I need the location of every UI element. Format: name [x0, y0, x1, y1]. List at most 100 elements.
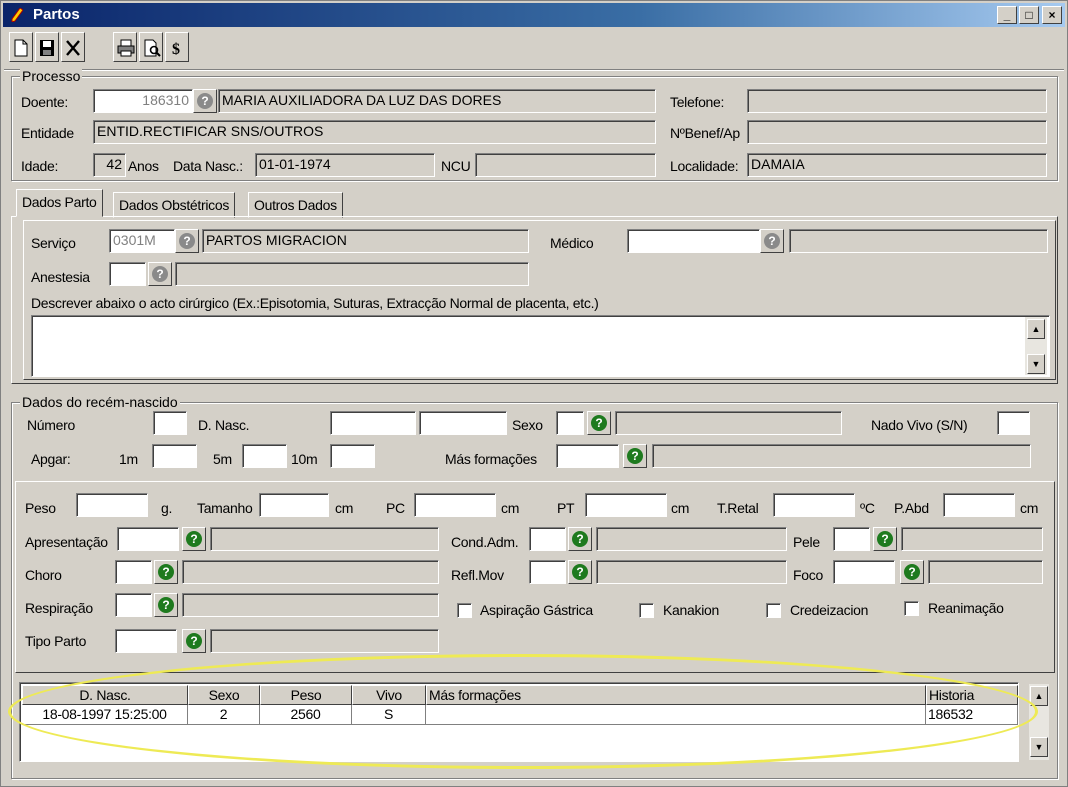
pc-field[interactable]	[414, 493, 496, 517]
pele-help-button[interactable]: ?	[873, 527, 897, 551]
partos-window: Partos _ □ × $ Processo Doente: 186310 ?…	[0, 0, 1068, 787]
tamanho-label: Tamanho	[197, 500, 253, 516]
doente-help-button[interactable]: ?	[193, 89, 217, 113]
medico-help-button[interactable]: ?	[760, 229, 784, 253]
apresentacao-field[interactable]	[117, 527, 179, 551]
maximize-button[interactable]: □	[1019, 6, 1039, 24]
minimize-button[interactable]: _	[997, 6, 1017, 24]
dnasc-date-field[interactable]	[330, 411, 416, 435]
help-question-icon: ?	[572, 531, 588, 547]
grid-header-mas-formacoes[interactable]: Más formações	[426, 685, 926, 705]
sexo-field[interactable]	[556, 411, 584, 435]
peso-field[interactable]	[76, 493, 148, 517]
aspiracao-checkbox[interactable]	[457, 603, 472, 618]
pabd-field[interactable]	[943, 493, 1015, 517]
pele-field[interactable]	[833, 527, 870, 551]
print-button[interactable]	[113, 32, 137, 62]
choro-help-button[interactable]: ?	[154, 560, 178, 584]
apgar-10m-field[interactable]	[330, 444, 375, 468]
memo-scrollbar[interactable]: ▲ ▼	[1025, 317, 1047, 375]
title-bar[interactable]: Partos _ □ ×	[3, 3, 1065, 27]
save-button[interactable]	[35, 32, 59, 62]
tab-outros-dados[interactable]: Outros Dados	[248, 192, 343, 218]
credeizacion-label: Credeizacion	[790, 602, 869, 618]
recem-nascidos-grid[interactable]: D. Nasc. Sexo Peso Vivo Más formações Hi…	[19, 682, 1019, 762]
grid-cell-sexo[interactable]: 2	[188, 705, 260, 725]
refl-mov-help-button[interactable]: ?	[568, 560, 592, 584]
medico-field[interactable]	[627, 229, 760, 253]
cond-adm-field[interactable]	[529, 527, 566, 551]
mas-formacoes-field[interactable]	[556, 444, 619, 468]
print-icon	[117, 39, 135, 57]
kanakion-checkbox[interactable]	[639, 603, 654, 618]
grid-cell-mas-formacoes[interactable]	[426, 705, 926, 725]
apresentacao-help-button[interactable]: ?	[182, 527, 206, 551]
dollar-button[interactable]: $	[165, 32, 189, 62]
kanakion-label: Kanakion	[663, 602, 719, 618]
memo-scroll-up-button[interactable]: ▲	[1027, 319, 1045, 339]
tamanho-field[interactable]	[259, 493, 329, 517]
close-icon: ×	[1048, 8, 1056, 22]
tab-dados-parto[interactable]: Dados Parto	[16, 189, 103, 217]
respiracao-help-button[interactable]: ?	[154, 593, 178, 617]
servico-help-button[interactable]: ?	[175, 229, 199, 253]
grid-cell-historia[interactable]: 186532	[926, 705, 1018, 725]
nado-vivo-field[interactable]	[997, 411, 1030, 435]
foco-help-button[interactable]: ?	[900, 560, 924, 584]
cond-adm-help-button[interactable]: ?	[568, 527, 592, 551]
acto-cirurgico-textarea[interactable]: ▲ ▼	[31, 315, 1050, 377]
numero-field[interactable]	[153, 411, 187, 435]
help-question-icon: ?	[904, 564, 920, 580]
grid-scrollbar[interactable]: ▲ ▼	[1029, 684, 1049, 760]
servico-code-field[interactable]: 0301M	[109, 229, 175, 253]
grid-cell-vivo[interactable]: S	[352, 705, 426, 725]
scroll-down-icon: ▼	[1034, 742, 1044, 752]
delete-button[interactable]	[61, 32, 85, 62]
print-preview-button[interactable]	[139, 32, 163, 62]
doente-label: Doente:	[21, 94, 68, 110]
tab-dados-obstetricos[interactable]: Dados Obstétricos	[113, 192, 236, 218]
grid-cell-peso[interactable]: 2560	[260, 705, 352, 725]
doente-id-field[interactable]: 186310	[93, 89, 193, 113]
grid-header-peso[interactable]: Peso	[260, 685, 352, 705]
refl-mov-desc-field	[596, 560, 787, 584]
foco-field[interactable]	[833, 560, 895, 584]
tipo-parto-help-button[interactable]: ?	[182, 629, 206, 653]
grid-header-historia[interactable]: Historia	[926, 685, 1018, 705]
close-button[interactable]: ×	[1042, 6, 1062, 24]
apgar-1m-field[interactable]	[152, 444, 197, 468]
respiracao-field[interactable]	[115, 593, 152, 617]
idade-field: 42	[93, 153, 126, 177]
grid-header-sexo[interactable]: Sexo	[188, 685, 260, 705]
help-question-icon: ?	[764, 233, 780, 249]
dnasc-time-field[interactable]	[419, 411, 507, 435]
sexo-help-button[interactable]: ?	[587, 411, 611, 435]
grid-header-dnasc[interactable]: D. Nasc.	[22, 685, 188, 705]
doente-nome-field: MARIA AUXILIADORA DA LUZ DAS DORES	[218, 89, 656, 113]
tretal-field[interactable]	[773, 493, 855, 517]
anestesia-help-button[interactable]: ?	[148, 262, 172, 286]
anestesia-field[interactable]	[109, 262, 146, 286]
help-question-icon: ?	[186, 531, 202, 547]
reanimacao-checkbox[interactable]	[904, 601, 919, 616]
apgar-1m-label: 1m	[119, 451, 138, 467]
grid-header-vivo[interactable]: Vivo	[352, 685, 426, 705]
memo-scroll-down-button[interactable]: ▼	[1027, 354, 1045, 374]
pt-field[interactable]	[585, 493, 667, 517]
minimize-icon: _	[1003, 8, 1011, 22]
grid-cell-dnasc[interactable]: 18-08-1997 15:25:00	[22, 705, 188, 725]
apgar-5m-field[interactable]	[242, 444, 287, 468]
mas-formacoes-help-button[interactable]: ?	[623, 444, 647, 468]
reanimacao-label: Reanimação	[928, 600, 1004, 616]
mas-formacoes-desc-field	[652, 444, 1031, 468]
tipo-parto-field[interactable]	[115, 629, 177, 653]
data-nasc-label: Data Nasc.:	[173, 158, 243, 174]
grid-scroll-up-button[interactable]: ▲	[1030, 686, 1048, 706]
foco-label: Foco	[793, 567, 823, 583]
grid-scroll-down-button[interactable]: ▼	[1030, 737, 1048, 757]
credeizacion-checkbox[interactable]	[766, 603, 781, 618]
refl-mov-field[interactable]	[529, 560, 566, 584]
peso-label: Peso	[25, 500, 56, 516]
new-button[interactable]	[9, 32, 33, 62]
choro-field[interactable]	[115, 560, 152, 584]
